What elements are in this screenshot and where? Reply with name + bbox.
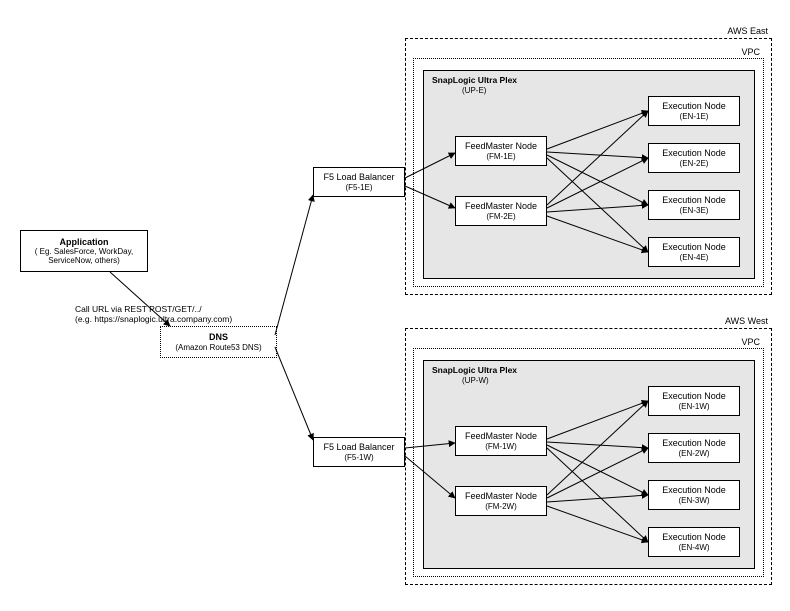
en-2e: Execution Node (EN-2E) [648, 143, 740, 173]
application-subtitle: ( Eg. SalesForce, WorkDay, ServiceNow, o… [35, 247, 133, 265]
vpc-east-label: VPC [720, 47, 760, 57]
dns-box: DNS (Amazon Route53 DNS) [160, 326, 277, 358]
lb-west-sub: (F5-1W) [344, 453, 373, 462]
lb-east-sub: (F5-1E) [345, 183, 372, 192]
aws-west-label: AWS West [690, 316, 768, 326]
en-1w: Execution Node (EN-1W) [648, 386, 740, 416]
lb-west-title: F5 Load Balancer [323, 442, 394, 452]
lb-east-title: F5 Load Balancer [323, 172, 394, 182]
fm-1w: FeedMaster Node (FM-1W) [455, 426, 547, 456]
fm-1e: FeedMaster Node (FM-1E) [455, 136, 547, 166]
plex-west-title: SnapLogic Ultra Plex (UP-W) [432, 366, 517, 386]
call-url-label: Call URL via REST POST/GET/../ (e.g. htt… [75, 295, 275, 324]
vpc-west-label: VPC [720, 337, 760, 347]
en-4e: Execution Node (EN-4E) [648, 237, 740, 267]
lb-west: F5 Load Balancer (F5-1W) [313, 437, 405, 467]
en-1e: Execution Node (EN-1E) [648, 96, 740, 126]
en-4w: Execution Node (EN-4W) [648, 527, 740, 557]
application-box: Application ( Eg. SalesForce, WorkDay, S… [20, 230, 148, 272]
fm-2w: FeedMaster Node (FM-2W) [455, 486, 547, 516]
aws-east-label: AWS East [690, 26, 768, 36]
dns-subtitle: (Amazon Route53 DNS) [175, 343, 261, 352]
fm-2e: FeedMaster Node (FM-2E) [455, 196, 547, 226]
dns-title: DNS [209, 332, 228, 342]
en-3w: Execution Node (EN-3W) [648, 480, 740, 510]
plex-east-title: SnapLogic Ultra Plex (UP-E) [432, 76, 517, 96]
lb-east: F5 Load Balancer (F5-1E) [313, 167, 405, 197]
en-2w: Execution Node (EN-2W) [648, 433, 740, 463]
application-title: Application [60, 237, 109, 247]
en-3e: Execution Node (EN-3E) [648, 190, 740, 220]
